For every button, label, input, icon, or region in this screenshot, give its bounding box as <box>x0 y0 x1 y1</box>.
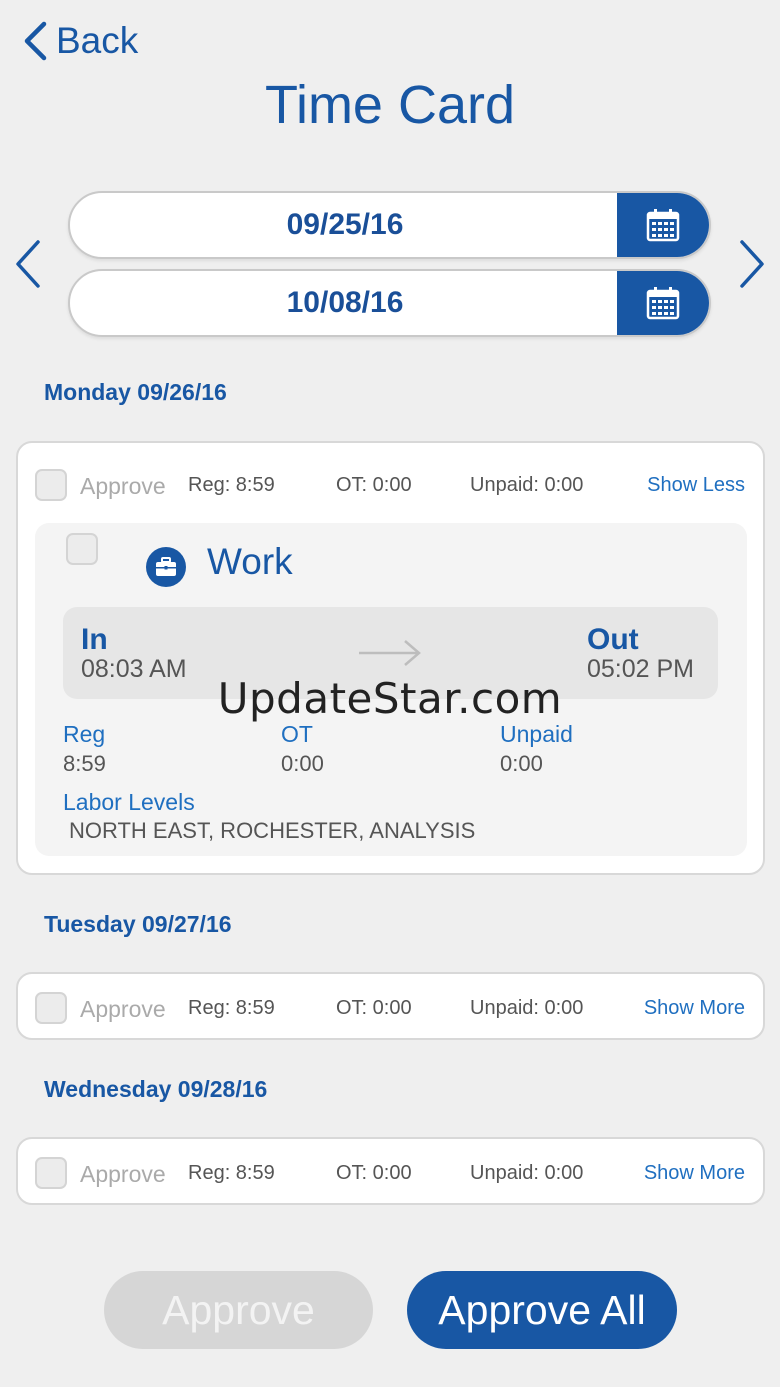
day-card-tuesday: Approve Reg: 8:59 OT: 0:00 Unpaid: 0:00 … <box>16 972 765 1040</box>
arrow-right-icon <box>359 640 421 666</box>
back-label: Back <box>56 20 139 61</box>
day-heading-monday: Monday 09/26/16 <box>44 379 227 405</box>
back-button[interactable]: Back <box>22 20 138 62</box>
start-date-field[interactable]: 09/25/16 <box>68 191 711 259</box>
day-heading-wednesday: Wednesday 09/28/16 <box>44 1076 268 1102</box>
approve-checkbox[interactable] <box>35 469 67 501</box>
page-title: Time Card <box>264 75 516 135</box>
ot-summary: OT: 0:00 <box>336 997 412 1019</box>
punch-type-title: Work <box>207 541 293 582</box>
end-date-calendar-button[interactable] <box>617 271 709 335</box>
reg-summary: Reg: 8:59 <box>188 1162 275 1184</box>
day-summary-row: Approve Reg: 8:59 OT: 0:00 Unpaid: 0:00 … <box>18 465 763 505</box>
watermark-text: UpdateStar.com <box>217 674 563 723</box>
approve-checkbox[interactable] <box>35 992 67 1024</box>
end-date-field[interactable]: 10/08/16 <box>68 269 711 337</box>
approve-button[interactable]: Approve <box>104 1271 373 1349</box>
show-more-link[interactable]: Show More <box>644 1162 745 1185</box>
end-date-value: 10/08/16 <box>286 286 404 319</box>
unpaid-summary: Unpaid: 0:00 <box>470 1162 584 1184</box>
in-label: In <box>81 623 108 656</box>
reg-value: 8:59 <box>63 751 106 776</box>
ot-summary: OT: 0:00 <box>336 474 412 496</box>
reg-summary: Reg: 8:59 <box>188 474 275 496</box>
ot-summary: OT: 0:00 <box>336 1162 412 1184</box>
approve-label: Approve <box>80 473 166 499</box>
chevron-left-icon <box>16 240 40 288</box>
approve-label: Approve <box>80 1161 166 1187</box>
day-card-monday: Approve Reg: 8:59 OT: 0:00 Unpaid: 0:00 … <box>16 441 765 875</box>
calendar-icon <box>646 287 680 320</box>
show-less-link[interactable]: Show Less <box>647 474 745 497</box>
approve-all-button[interactable]: Approve All <box>407 1271 677 1349</box>
ot-value: 0:00 <box>281 751 324 776</box>
approve-checkbox[interactable] <box>35 1157 67 1189</box>
unpaid-value: 0:00 <box>500 751 543 776</box>
day-summary-row: Approve Reg: 8:59 OT: 0:00 Unpaid: 0:00 … <box>18 988 763 1028</box>
labor-levels-value: NORTH EAST, ROCHESTER, ANALYSIS <box>69 818 476 843</box>
unpaid-label: Unpaid <box>500 721 573 747</box>
start-date-value: 09/25/16 <box>286 208 404 241</box>
out-label: Out <box>587 623 639 656</box>
chevron-left-icon <box>24 21 47 61</box>
previous-period-button[interactable] <box>8 234 48 294</box>
day-card-wednesday: Approve Reg: 8:59 OT: 0:00 Unpaid: 0:00 … <box>16 1137 765 1205</box>
approve-label: Approve <box>80 996 166 1022</box>
start-date-calendar-button[interactable] <box>617 193 709 257</box>
calendar-icon <box>646 209 680 242</box>
unpaid-summary: Unpaid: 0:00 <box>470 997 584 1019</box>
briefcase-icon <box>146 547 186 587</box>
show-more-link[interactable]: Show More <box>644 997 745 1020</box>
labor-levels-label: Labor Levels <box>63 789 195 815</box>
reg-summary: Reg: 8:59 <box>188 997 275 1019</box>
reg-label: Reg <box>63 721 106 747</box>
chevron-right-icon <box>740 240 764 288</box>
ot-label: OT <box>281 721 313 747</box>
next-period-button[interactable] <box>732 234 772 294</box>
unpaid-summary: Unpaid: 0:00 <box>470 474 584 496</box>
day-summary-row: Approve Reg: 8:59 OT: 0:00 Unpaid: 0:00 … <box>18 1153 763 1193</box>
punch-approve-checkbox[interactable] <box>66 533 98 565</box>
day-heading-tuesday: Tuesday 09/27/16 <box>44 911 232 937</box>
